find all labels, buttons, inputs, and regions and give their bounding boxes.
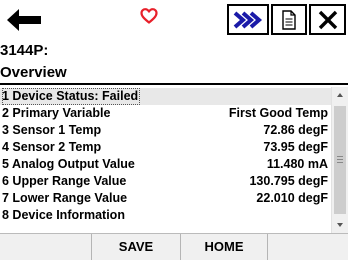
- list-item[interactable]: 8 Device Information: [0, 207, 331, 224]
- list-item-label: 8 Device Information: [2, 208, 125, 222]
- list-item-value: 130.795 degF: [249, 174, 328, 188]
- close-button[interactable]: [309, 4, 346, 35]
- scrollbar-thumb[interactable]: [334, 106, 346, 214]
- document-icon: [282, 9, 296, 30]
- divider: [91, 234, 92, 260]
- list-item-label: 5 Analog Output Value: [2, 157, 135, 171]
- list-item[interactable]: 4 Sensor 2 Temp 73.95 degF: [0, 139, 331, 156]
- list-item[interactable]: 5 Analog Output Value 11.480 mA: [0, 156, 331, 173]
- scroll-down-arrow-icon[interactable]: [337, 223, 343, 227]
- grip-line: [337, 156, 343, 157]
- menu-list: 1 Device Status: Failed 2 Primary Variab…: [0, 87, 331, 233]
- grip-line: [337, 162, 343, 163]
- list-item-label: 3 Sensor 1 Temp: [2, 123, 102, 137]
- list-item-label: 6 Upper Range Value: [2, 174, 127, 188]
- list-item-value: 11.480 mA: [266, 157, 328, 171]
- close-icon: [318, 10, 337, 29]
- save-button[interactable]: SAVE: [93, 234, 179, 260]
- vertical-scrollbar[interactable]: [331, 87, 348, 233]
- list-item-label: 7 Lower Range Value: [2, 191, 128, 205]
- footer-bar: SAVE HOME: [0, 233, 348, 260]
- list-item[interactable]: 2 Primary Variable First Good Temp: [0, 105, 331, 122]
- list-item[interactable]: 1 Device Status: Failed: [0, 88, 331, 105]
- list-item[interactable]: 7 Lower Range Value 22.010 degF: [0, 190, 331, 207]
- list-item[interactable]: 6 Upper Range Value 130.795 degF: [0, 173, 331, 190]
- list-item-value: 22.010 degF: [256, 191, 328, 205]
- fast-forward-icon: [233, 10, 263, 29]
- list-item-label: 2 Primary Variable: [2, 106, 111, 120]
- device-title: 3144P:: [0, 42, 49, 59]
- list-item-value: 73.95 degF: [263, 140, 328, 154]
- grip-line: [337, 159, 343, 160]
- document-button[interactable]: [271, 4, 307, 35]
- home-button[interactable]: HOME: [181, 234, 267, 260]
- favorite-heart-icon[interactable]: [140, 8, 158, 24]
- back-button[interactable]: [2, 4, 46, 35]
- toolbar: [0, 0, 348, 38]
- menu-title: Overview: [0, 64, 67, 81]
- scroll-up-arrow-icon[interactable]: [337, 93, 343, 97]
- list-item-value: First Good Temp: [228, 106, 328, 120]
- fast-forward-button[interactable]: [227, 4, 269, 35]
- divider: [267, 234, 268, 260]
- back-arrow-icon: [7, 8, 41, 31]
- list-item-label: 4 Sensor 2 Temp: [2, 140, 102, 154]
- list-item-value: 72.86 degF: [263, 123, 328, 137]
- header-divider: [0, 83, 348, 85]
- list-item-label: 1 Device Status: Failed: [2, 88, 141, 105]
- list-item[interactable]: 3 Sensor 1 Temp 72.86 degF: [0, 122, 331, 139]
